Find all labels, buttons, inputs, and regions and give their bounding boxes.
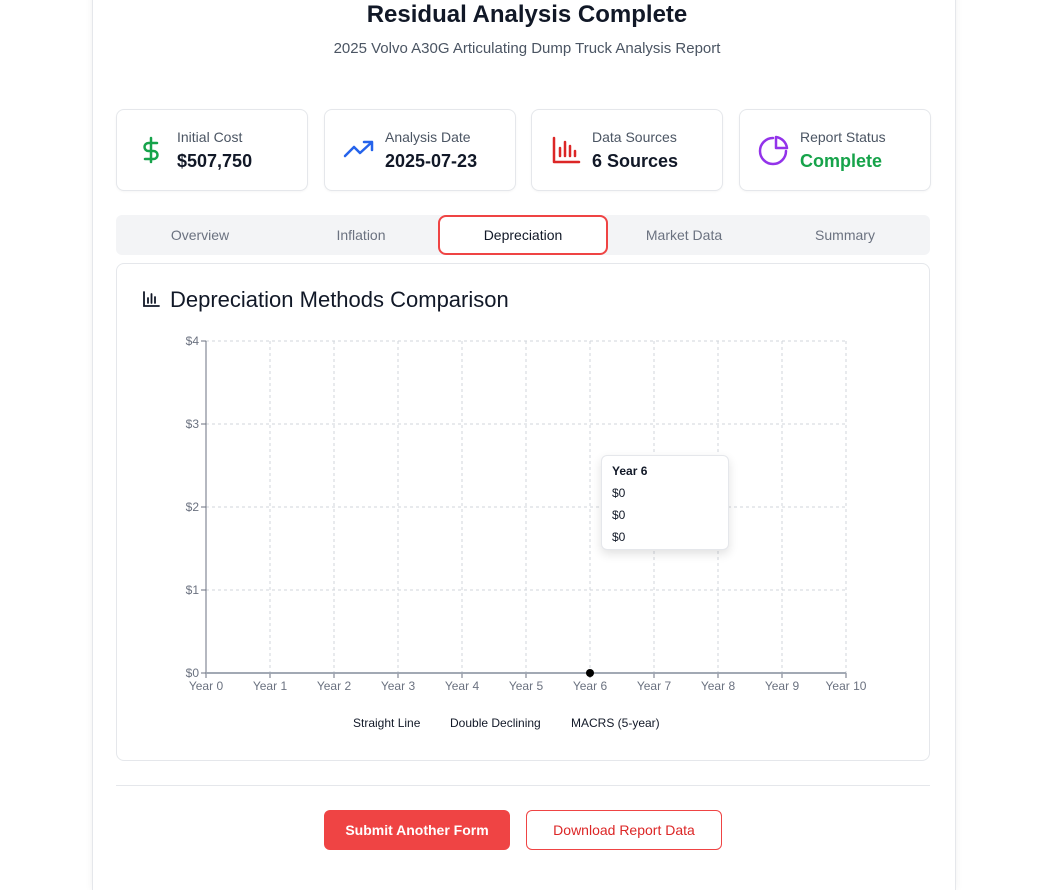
legend-item[interactable]: Straight Line [353,716,420,730]
x-tick-label: Year 6 [573,679,608,693]
download-report-data-button[interactable]: Download Report Data [526,810,722,850]
submit-another-form-button[interactable]: Submit Another Form [324,810,510,850]
x-tick-label: Year 9 [765,679,800,693]
chart-axes [201,340,847,678]
y-tick-label: $4 [186,334,200,348]
chart-tooltip: Year 6 $0 $0 $0 [601,455,729,550]
y-tick-label: $3 [186,417,200,431]
y-tick-label: $2 [186,500,200,514]
tooltip-value: $0 [612,530,626,544]
x-tick-label: Year 5 [509,679,544,693]
depreciation-chart: $0 $1 $2 $3 $4 Year 0 Year 1 Year 2 Year 3 Year 4… [186,334,867,693]
x-tick-label: Year 3 [381,679,416,693]
x-tick-label: Year 1 [253,679,288,693]
x-tick-label: Year 10 [826,679,867,693]
x-tick-label: Year 4 [445,679,480,693]
x-tick-label: Year 7 [637,679,672,693]
y-tick-label: $1 [186,583,200,597]
y-tick-label: $0 [186,666,200,680]
chart-grid [205,340,847,674]
x-tick-label: Year 8 [701,679,736,693]
legend-item[interactable]: MACRS (5-year) [571,716,660,730]
legend-item[interactable]: Double Declining [450,716,541,730]
x-tick-label: Year 0 [189,679,224,693]
active-point [586,669,594,677]
tooltip-title: Year 6 [612,464,648,478]
tooltip-value: $0 [612,508,626,522]
chart-ticks: $0 $1 $2 $3 $4 Year 0 Year 1 Year 2 Year 3 Year 4… [186,334,867,693]
x-tick-label: Year 2 [317,679,352,693]
divider [116,785,930,786]
tooltip-value: $0 [612,486,626,500]
